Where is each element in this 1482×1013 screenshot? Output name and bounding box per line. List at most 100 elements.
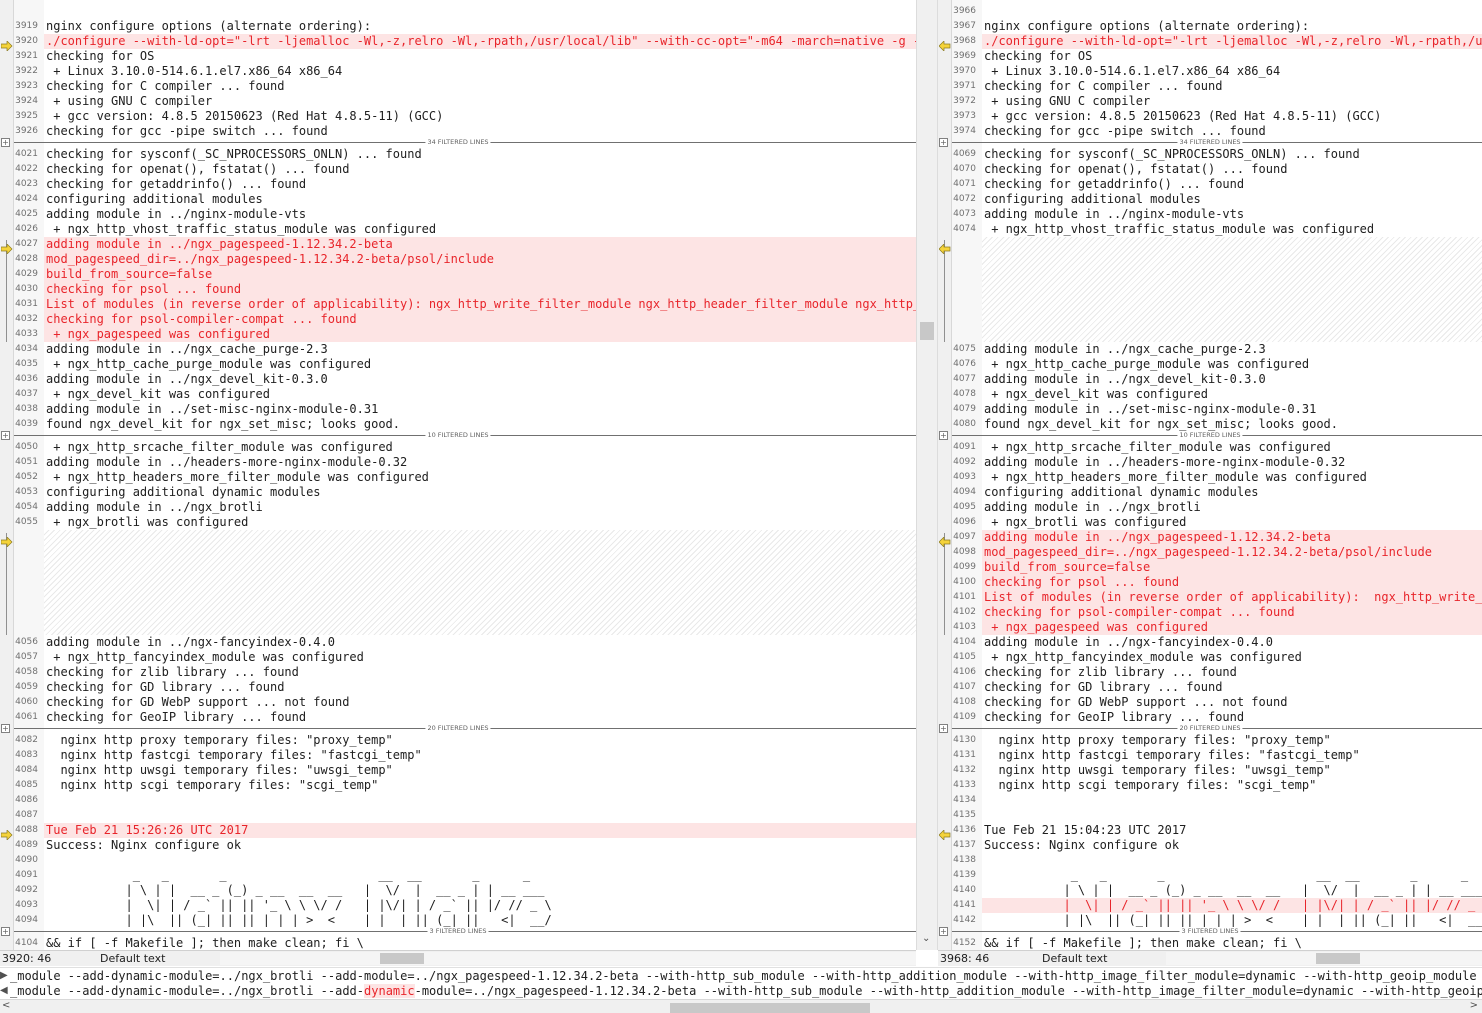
code-line[interactable]: 4138 [938, 853, 1482, 868]
filtered-lines-separator[interactable]: +10 FILTERED LINES [938, 431, 1482, 440]
code-line[interactable]: 4078 + ngx_devel_kit was configured [938, 387, 1482, 402]
code-line[interactable]: 4034 adding module in ../ngx_cache_purge-… [0, 342, 916, 357]
code-line[interactable]: 4141 | \| | / _` || || '_ \ \ \/ / | |\/… [938, 898, 1482, 913]
diff-arrow-left-icon[interactable] [938, 532, 951, 548]
code-line[interactable]: 4133 nginx http scgi temporary files: "s… [938, 778, 1482, 793]
code-line[interactable]: 4108 checking for GD WebP support ... not… [938, 695, 1482, 710]
code-line[interactable]: 4109 checking for GeoIP library ... found [938, 710, 1482, 725]
code-line[interactable]: 3974 checking for gcc -pipe switch ... fo… [938, 124, 1482, 139]
code-line[interactable]: 4095 adding module in ../ngx_brotli [938, 500, 1482, 515]
code-line[interactable]: 4139 _ _ _ __ __ _ _ [938, 868, 1482, 883]
code-line[interactable]: 4079 adding module in ../set-misc-nginx-m… [938, 402, 1482, 417]
code-line[interactable]: 4032 checking for psol-compiler-compat ..… [0, 312, 916, 327]
left-compare-pane[interactable]: 3919 nginx configure options (alternate o… [0, 0, 916, 950]
code-line[interactable]: 4077 adding module in ../ngx_devel_kit-0.… [938, 372, 1482, 387]
code-line[interactable]: 4039 found ngx_devel_kit for ngx_set_misc… [0, 417, 916, 432]
code-line[interactable]: 4056 adding module in ../ngx-fancyindex-0… [0, 635, 916, 650]
filtered-lines-separator[interactable]: +20 FILTERED LINES [938, 724, 1482, 733]
code-line[interactable]: 4137 Success: Nginx configure ok [938, 838, 1482, 853]
filtered-lines-separator[interactable]: +3 FILTERED LINES [938, 927, 1482, 936]
expand-icon[interactable]: + [1, 138, 10, 147]
filtered-lines-separator[interactable]: +3 FILTERED LINES [0, 927, 916, 936]
diff-arrow-right-icon[interactable] [0, 36, 13, 52]
code-line[interactable]: 4024 configuring additional modules [0, 192, 916, 207]
right-horizontal-scrollbar[interactable] [1166, 952, 1482, 965]
expand-icon[interactable]: + [939, 724, 948, 733]
center-scrollbar-thumb[interactable] [920, 322, 934, 340]
code-line[interactable]: 4035 + ngx_http_cache_purge_module was c… [0, 357, 916, 372]
left-text-format[interactable]: Default text [100, 951, 165, 966]
code-line[interactable]: 4094 configuring additional dynamic modul… [938, 485, 1482, 500]
code-line[interactable]: 4132 nginx http uwsgi temporary files: "… [938, 763, 1482, 778]
code-line[interactable]: 3970 + Linux 3.10.0-514.6.1.el7.x86_64 x… [938, 64, 1482, 79]
code-line[interactable]: 4025 adding module in ../nginx-module-vts [0, 207, 916, 222]
code-line[interactable]: 3972 + using GNU C compiler [938, 94, 1482, 109]
code-line[interactable]: 4083 nginx http fastcgi temporary files:… [0, 748, 916, 763]
code-line[interactable]: 3966 [938, 4, 1482, 19]
expand-icon[interactable]: + [1, 431, 10, 440]
code-line[interactable]: 4142 | |\ || (_| || || | | | > < | | | |… [938, 913, 1482, 928]
code-line[interactable]: 3926 checking for gcc -pipe switch ... fo… [0, 124, 916, 139]
code-line[interactable]: 4105 + ngx_http_fancyindex_module was co… [938, 650, 1482, 665]
expand-icon[interactable]: + [939, 138, 948, 147]
code-line[interactable]: 3971 checking for C compiler ... found [938, 79, 1482, 94]
code-line[interactable]: 4072 configuring additional modules [938, 192, 1482, 207]
code-line[interactable]: 3968 ./configure --with-ld-opt="-lrt -lje… [938, 34, 1482, 49]
code-line[interactable]: 4061 checking for GeoIP library ... found [0, 710, 916, 725]
code-line[interactable]: 4031 List of modules (in reverse order of… [0, 297, 916, 312]
code-line[interactable]: 4087 [0, 808, 916, 823]
code-line[interactable]: 4028 mod_pagespeed_dir=../ngx_pagespeed-1… [0, 252, 916, 267]
diff-arrow-left-icon[interactable] [938, 36, 951, 52]
code-line[interactable]: 4050 + ngx_http_srcache_filter_module wa… [0, 440, 916, 455]
code-line[interactable]: 4089 Success: Nginx configure ok [0, 838, 916, 853]
code-line[interactable]: 4030 checking for psol ... found [0, 282, 916, 297]
code-line[interactable]: 4033 + ngx_pagespeed was configured [0, 327, 916, 342]
filtered-lines-separator[interactable]: +10 FILTERED LINES [0, 431, 916, 440]
code-line[interactable]: 3920 ./configure --with-ld-opt="-lrt -lje… [0, 34, 916, 49]
filtered-lines-separator[interactable]: +34 FILTERED LINES [0, 138, 916, 147]
code-line[interactable]: 4134 [938, 793, 1482, 808]
diff-arrow-right-icon[interactable] [0, 825, 13, 841]
right-compare-pane[interactable]: 3966 3967 nginx configure options (alterna… [938, 0, 1482, 950]
code-line[interactable]: 4051 adding module in ../headers-more-ngi… [0, 455, 916, 470]
code-line[interactable]: 4136 Tue Feb 21 15:04:23 UTC 2017 [938, 823, 1482, 838]
code-line[interactable]: 4058 checking for zlib library ... found [0, 665, 916, 680]
code-line[interactable]: 3922 + Linux 3.10.0-514.6.1.el7.x86_64 x… [0, 64, 916, 79]
code-line[interactable]: 4053 configuring additional dynamic modul… [0, 485, 916, 500]
code-line[interactable]: 3967 nginx configure options (alternate o… [938, 19, 1482, 34]
code-line[interactable]: 4084 nginx http uwsgi temporary files: "… [0, 763, 916, 778]
left-horizontal-scrollbar-thumb[interactable] [380, 953, 424, 964]
code-line[interactable]: 4070 checking for openat(), fstatat() ...… [938, 162, 1482, 177]
code-line[interactable]: 4130 nginx http proxy temporary files: "… [938, 733, 1482, 748]
code-line[interactable]: 4022 checking for openat(), fstatat() ...… [0, 162, 916, 177]
code-line[interactable]: 4152 && if [ -f Makefile ]; then make cle… [938, 936, 1482, 950]
code-line[interactable]: 4071 checking for getaddrinfo() ... found [938, 177, 1482, 192]
center-scrollbar[interactable]: ⌄ [916, 0, 938, 950]
code-line[interactable]: 3919 nginx configure options (alternate o… [0, 19, 916, 34]
detail-horizontal-scrollbar[interactable]: < > [0, 999, 1482, 1013]
expand-icon[interactable]: + [1, 724, 10, 733]
diff-arrow-left-icon[interactable] [938, 239, 951, 255]
code-line[interactable]: 4091 + ngx_http_srcache_filter_module wa… [938, 440, 1482, 455]
code-line[interactable]: 4102 checking for psol-compiler-compat ..… [938, 605, 1482, 620]
code-line[interactable]: 4104 adding module in ../ngx-fancyindex-0… [938, 635, 1482, 650]
code-line[interactable]: 3924 + using GNU C compiler [0, 94, 916, 109]
scroll-right-icon[interactable]: > [1470, 1000, 1478, 1011]
code-line[interactable]: 4090 [0, 853, 916, 868]
code-line[interactable]: 4073 adding module in ../nginx-module-vts [938, 207, 1482, 222]
right-horizontal-scrollbar-thumb[interactable] [1316, 953, 1360, 964]
scroll-down-icon[interactable]: ⌄ [922, 933, 930, 944]
code-line[interactable]: 4069 checking for sysconf(_SC_NPROCESSORS… [938, 147, 1482, 162]
code-line[interactable]: 4085 nginx http scgi temporary files: "s… [0, 778, 916, 793]
code-line[interactable]: 4135 [938, 808, 1482, 823]
code-line[interactable]: 4091 _ _ _ __ __ _ _ [0, 868, 916, 883]
code-line[interactable]: 4086 [0, 793, 916, 808]
code-line[interactable]: 4027 adding module in ../ngx_pagespeed-1.… [0, 237, 916, 252]
code-line[interactable]: 3921 checking for OS [0, 49, 916, 64]
filtered-lines-separator[interactable]: +20 FILTERED LINES [0, 724, 916, 733]
code-line[interactable]: 4140 | \ | | __ _ (_) _ __ __ __ | \/ | … [938, 883, 1482, 898]
code-line[interactable]: 4059 checking for GD library ... found [0, 680, 916, 695]
code-line[interactable]: 4026 + ngx_http_vhost_traffic_status_mod… [0, 222, 916, 237]
code-line[interactable]: 4101 List of modules (in reverse order of… [938, 590, 1482, 605]
code-line[interactable]: 4093 | \| | / _` || || '_ \ \ \/ / | |\/… [0, 898, 916, 913]
